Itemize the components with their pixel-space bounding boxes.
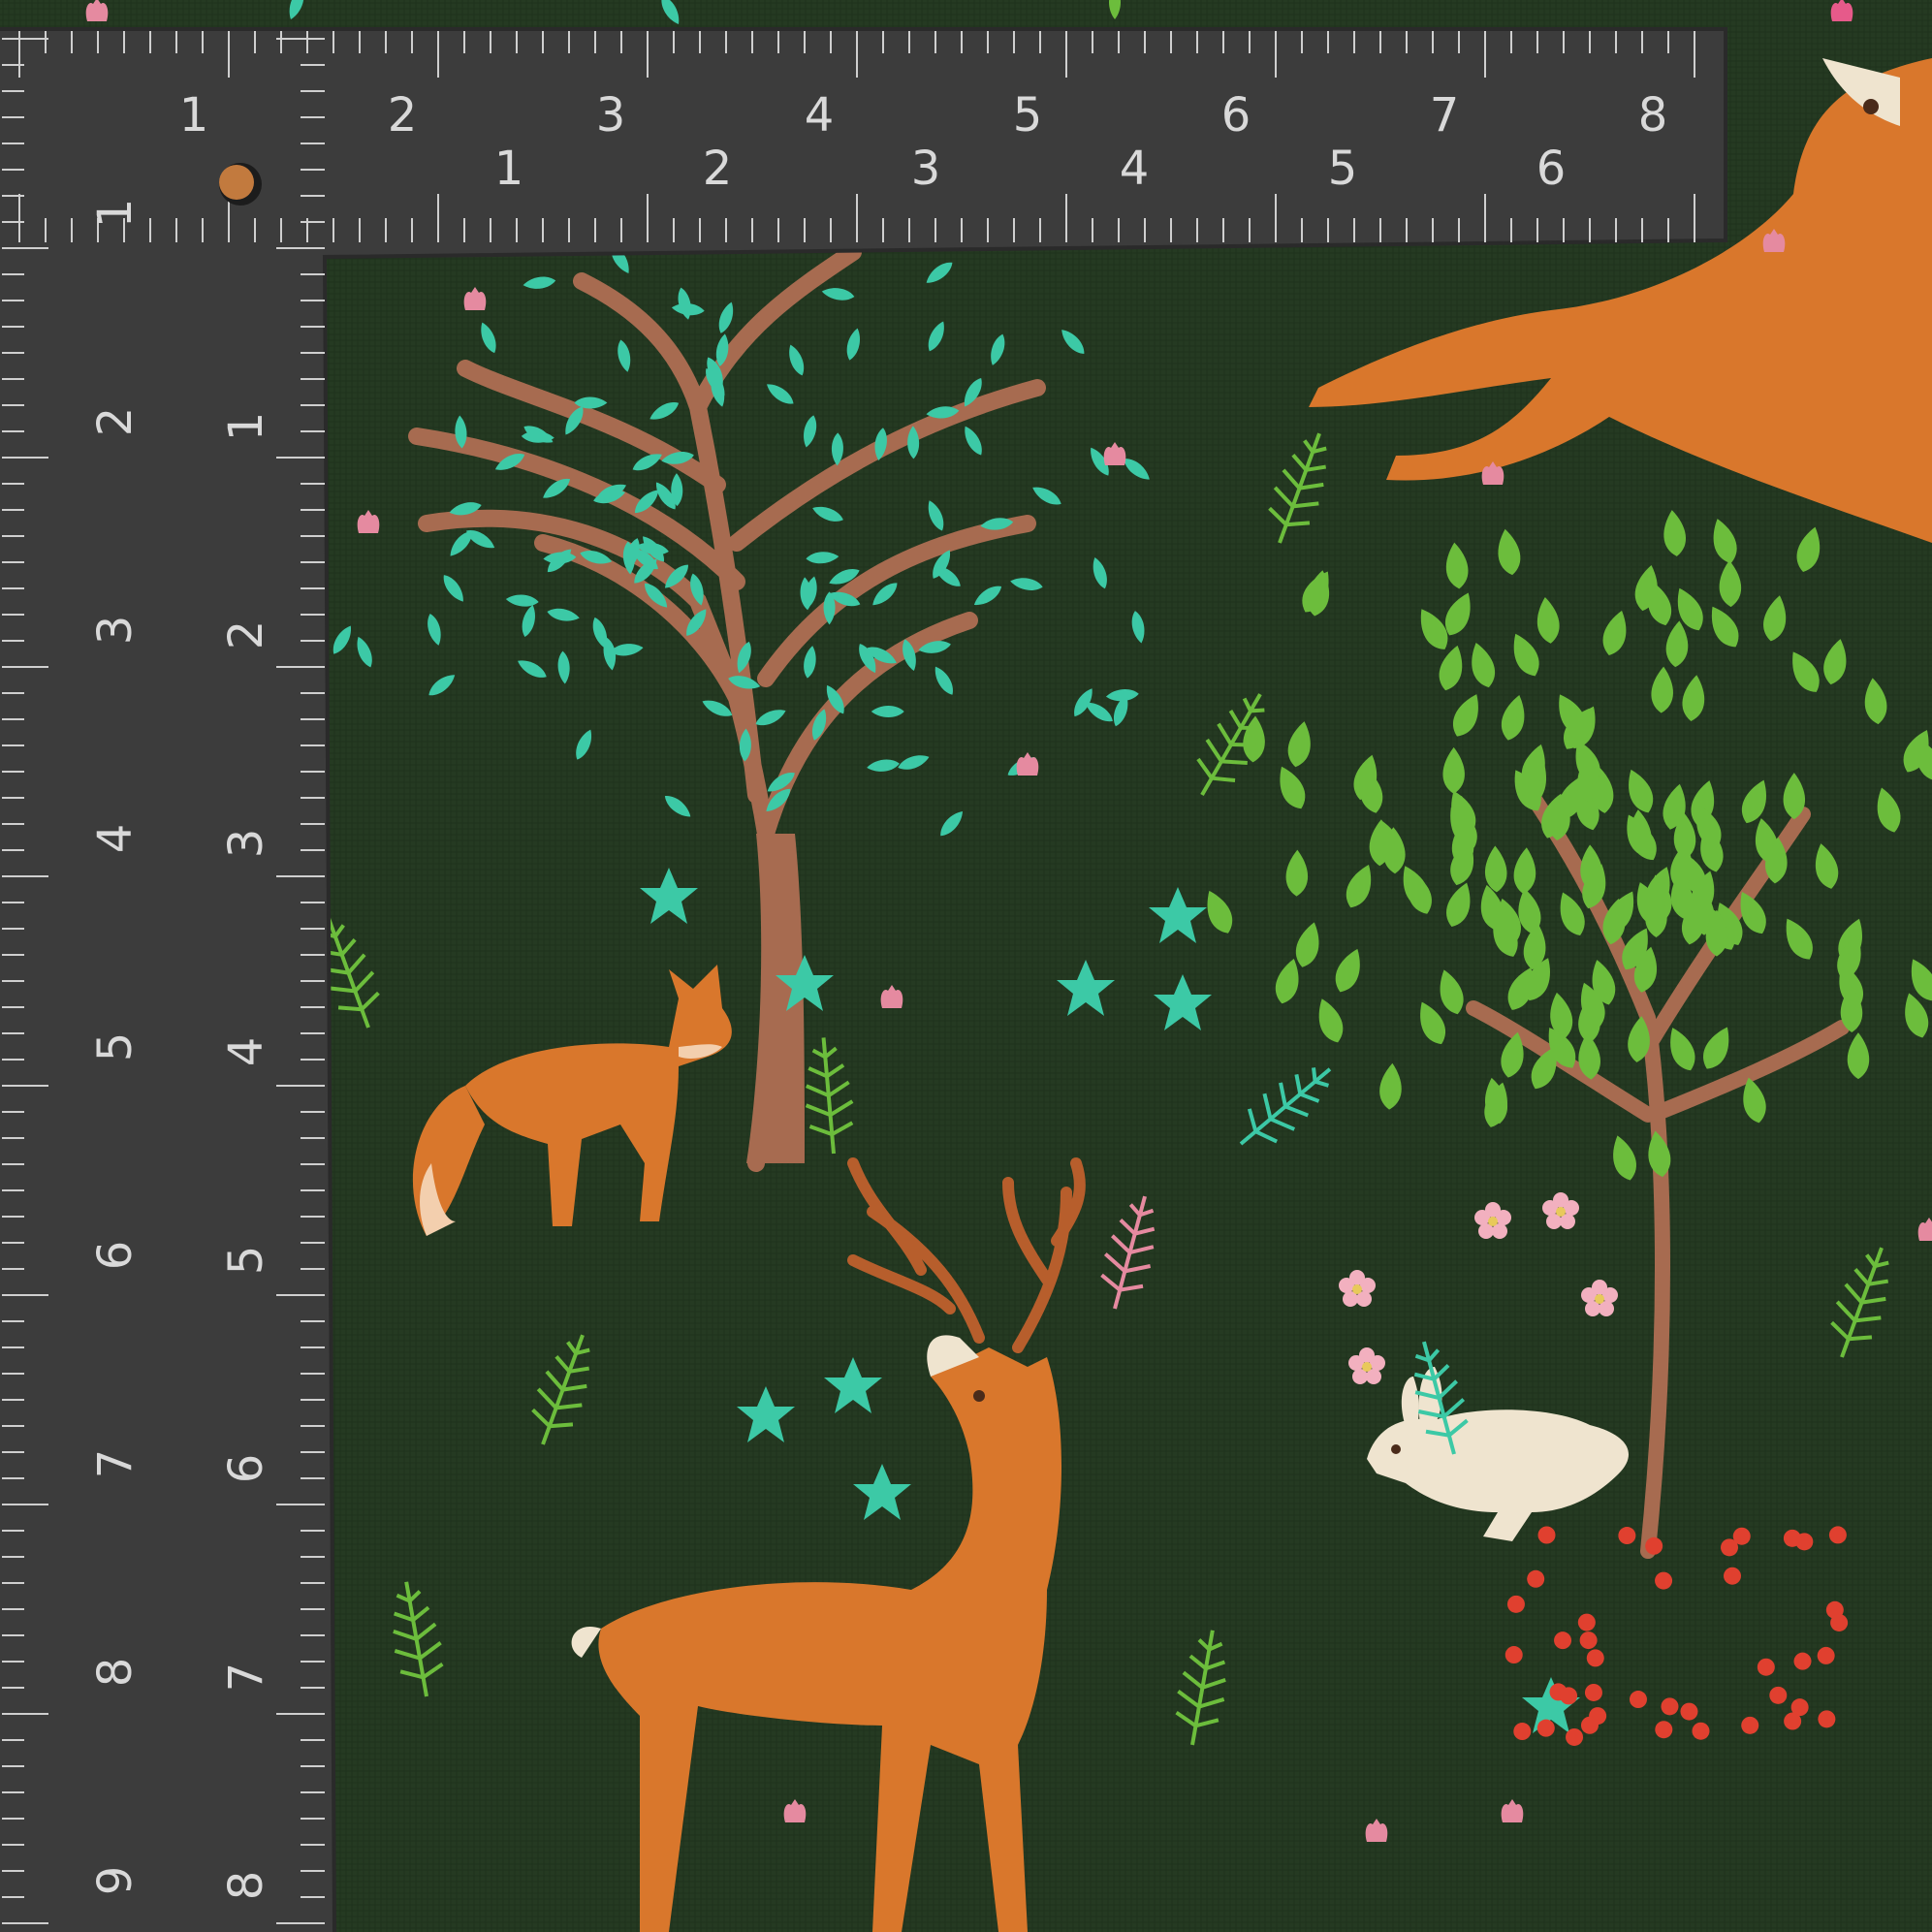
ruler-number: 5 <box>219 1246 273 1276</box>
ruler-number: 5 <box>88 1032 143 1062</box>
red-berry <box>1783 1529 1801 1547</box>
red-berry <box>1513 1723 1532 1741</box>
ruler-number: 7 <box>219 1663 273 1693</box>
red-berry <box>1828 1526 1847 1544</box>
red-berry <box>1504 1646 1523 1664</box>
fabric-photo: 1 2 3 4 5 6 7 8 1 2 3 4 5 6 1 2 3 4 5 6 7 8 9 1 2 3 4 5 6 7 8 <box>0 0 1932 1932</box>
red-berry <box>1560 1687 1578 1705</box>
ruler-number: 1 <box>494 142 524 196</box>
ruler-number: 1 <box>219 412 273 442</box>
red-berry <box>1579 1631 1598 1650</box>
red-berry <box>1680 1702 1698 1721</box>
ruler-number: 2 <box>388 88 418 143</box>
ruler-number: 3 <box>911 142 941 196</box>
red-berry <box>1580 1716 1599 1734</box>
red-berry <box>1769 1686 1788 1704</box>
red-berry <box>1661 1697 1679 1716</box>
red-berry <box>1618 1527 1636 1545</box>
ruler-number: 4 <box>1120 142 1150 196</box>
red-berry <box>1784 1712 1802 1730</box>
red-berry <box>1536 1719 1555 1737</box>
ruler-number: 7 <box>1430 88 1460 143</box>
red-berry <box>1793 1652 1812 1670</box>
red-berry <box>1732 1527 1751 1545</box>
red-berry <box>1655 1721 1673 1739</box>
ruler-number: 3 <box>596 88 626 143</box>
red-berry <box>1586 1649 1604 1667</box>
ruler-number: 4 <box>219 1037 273 1067</box>
red-berry <box>1724 1567 1742 1585</box>
ruler-number: 4 <box>805 88 835 143</box>
red-berry <box>1741 1716 1759 1734</box>
ruler-number: 3 <box>219 829 273 859</box>
ruler-number: 1 <box>88 199 143 229</box>
ruler-number: 6 <box>219 1454 273 1484</box>
red-berry <box>1629 1691 1647 1709</box>
ruler-number: 9 <box>88 1866 143 1896</box>
red-berry <box>1757 1658 1775 1676</box>
red-berry <box>1818 1710 1836 1728</box>
red-berry <box>1527 1569 1545 1588</box>
red-berry <box>1645 1536 1663 1555</box>
ruler-number: 4 <box>88 824 143 854</box>
ruler-number: 1 <box>179 88 209 143</box>
red-berry <box>1584 1683 1602 1701</box>
ruler-number: 2 <box>703 142 733 196</box>
red-berry <box>1566 1727 1584 1746</box>
ruler-number: 8 <box>219 1871 273 1901</box>
red-berry <box>1692 1722 1710 1740</box>
red-berry <box>1655 1571 1673 1590</box>
ruler-number: 6 <box>88 1241 143 1271</box>
red-berry <box>1506 1595 1525 1613</box>
ruler-number: 8 <box>88 1658 143 1688</box>
ruler-number: 6 <box>1221 88 1251 143</box>
ruler-number: 2 <box>219 620 273 650</box>
red-berry <box>1577 1613 1596 1631</box>
red-berry <box>1537 1526 1556 1544</box>
red-berry <box>1817 1646 1835 1664</box>
ruler-number: 2 <box>88 407 143 437</box>
ruler-number: 3 <box>88 616 143 646</box>
ruler-number: 7 <box>88 1449 143 1479</box>
ruler-number: 6 <box>1536 142 1567 196</box>
red-berry <box>1830 1613 1849 1631</box>
ruler-number: 5 <box>1328 142 1358 196</box>
ruler-number: 5 <box>1013 88 1043 143</box>
ruler-number: 8 <box>1638 88 1668 143</box>
red-berry <box>1554 1631 1572 1650</box>
